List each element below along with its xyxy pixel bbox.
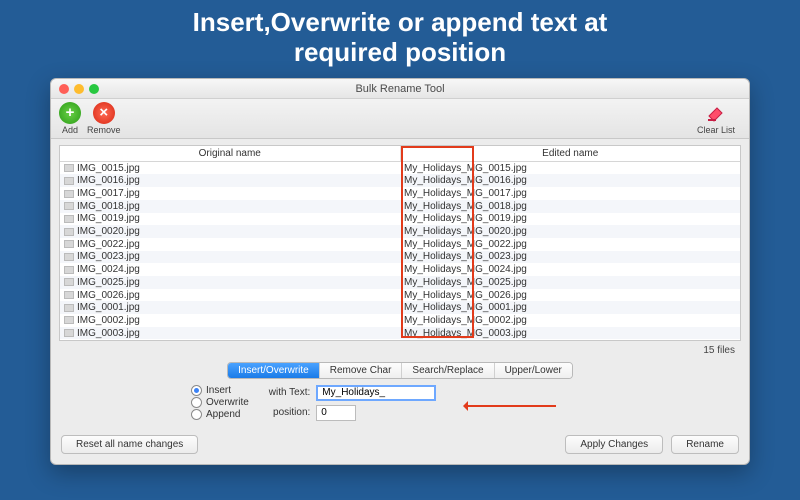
radio-dot-icon bbox=[191, 409, 202, 420]
apply-changes-button[interactable]: Apply Changes bbox=[565, 435, 663, 454]
window-title: Bulk Rename Tool bbox=[51, 79, 749, 99]
table-row[interactable]: IMG_0023.jpgMy_Holidays_MG_0023.jpg bbox=[60, 251, 740, 264]
promo-line2: required position bbox=[294, 37, 506, 67]
file-count: 15 files bbox=[51, 341, 749, 358]
toolbar: + Add × Remove Clear List bbox=[51, 99, 749, 139]
rename-button[interactable]: Rename bbox=[671, 435, 739, 454]
table-row[interactable]: IMG_0017.jpgMy_Holidays_MG_0017.jpg bbox=[60, 187, 740, 200]
radio-overwrite[interactable]: Overwrite bbox=[191, 397, 249, 408]
titlebar: Bulk Rename Tool bbox=[51, 79, 749, 99]
table-row[interactable]: IMG_0016.jpgMy_Holidays_MG_0016.jpg bbox=[60, 174, 740, 187]
cell-edited: My_Holidays_MG_0023.jpg bbox=[400, 251, 740, 262]
cell-original: IMG_0024.jpg bbox=[60, 264, 400, 275]
position-label: position: bbox=[269, 407, 311, 418]
cell-edited: My_Holidays_MG_0001.jpg bbox=[400, 302, 740, 313]
cell-original: IMG_0023.jpg bbox=[60, 251, 400, 262]
table-row[interactable]: IMG_0022.jpgMy_Holidays_MG_0022.jpg bbox=[60, 238, 740, 251]
reset-button[interactable]: Reset all name changes bbox=[61, 435, 198, 454]
table-row[interactable]: IMG_0020.jpgMy_Holidays_MG_0020.jpg bbox=[60, 225, 740, 238]
radio-insert[interactable]: Insert bbox=[191, 385, 249, 396]
cell-original: IMG_0020.jpg bbox=[60, 226, 400, 237]
file-icon bbox=[64, 304, 74, 312]
close-icon[interactable] bbox=[59, 84, 69, 94]
table-row[interactable]: IMG_0018.jpgMy_Holidays_MG_0018.jpg bbox=[60, 200, 740, 213]
cell-edited: My_Holidays_MG_0024.jpg bbox=[400, 264, 740, 275]
position-input[interactable] bbox=[316, 405, 356, 421]
table-row[interactable]: IMG_0025.jpgMy_Holidays_MG_0025.jpg bbox=[60, 276, 740, 289]
with-text-input[interactable] bbox=[316, 385, 436, 401]
clear-label: Clear List bbox=[697, 125, 735, 135]
cell-edited: My_Holidays_MG_0003.jpg bbox=[400, 328, 740, 339]
file-icon bbox=[64, 228, 74, 236]
file-icon bbox=[64, 190, 74, 198]
add-button[interactable]: + Add bbox=[59, 102, 81, 135]
tab-search-replace[interactable]: Search/Replace bbox=[402, 363, 494, 378]
cell-original: IMG_0017.jpg bbox=[60, 188, 400, 199]
cell-edited: My_Holidays_MG_0019.jpg bbox=[400, 213, 740, 224]
cell-edited: My_Holidays_MG_0017.jpg bbox=[400, 188, 740, 199]
table-row[interactable]: IMG_0026.jpgMy_Holidays_MG_0026.jpg bbox=[60, 289, 740, 302]
cell-original: IMG_0025.jpg bbox=[60, 277, 400, 288]
cell-edited: My_Holidays_MG_0018.jpg bbox=[400, 201, 740, 212]
tab-insert-overwrite[interactable]: Insert/Overwrite bbox=[228, 363, 320, 378]
tab-remove-char[interactable]: Remove Char bbox=[320, 363, 403, 378]
remove-label: Remove bbox=[87, 125, 121, 135]
file-icon bbox=[64, 253, 74, 261]
zoom-icon[interactable] bbox=[89, 84, 99, 94]
cell-edited: My_Holidays_MG_0025.jpg bbox=[400, 277, 740, 288]
clear-list-button[interactable]: Clear List bbox=[697, 102, 735, 135]
options-panel: Insert Overwrite Append with Text: posit… bbox=[51, 383, 749, 429]
cell-original: IMG_0002.jpg bbox=[60, 315, 400, 326]
file-table: Original name Edited name IMG_0015.jpgMy… bbox=[59, 145, 741, 341]
file-icon bbox=[64, 329, 74, 337]
cell-edited: My_Holidays_MG_0022.jpg bbox=[400, 239, 740, 250]
promo-line1: Insert,Overwrite or append text at bbox=[193, 7, 608, 37]
app-window: Bulk Rename Tool + Add × Remove Clear Li… bbox=[50, 78, 750, 465]
file-icon bbox=[64, 177, 74, 185]
radio-dot-icon bbox=[191, 397, 202, 408]
cell-edited: My_Holidays_MG_0016.jpg bbox=[400, 175, 740, 186]
cell-original: IMG_0026.jpg bbox=[60, 290, 400, 301]
plus-icon: + bbox=[59, 102, 81, 124]
table-row[interactable]: IMG_0024.jpgMy_Holidays_MG_0024.jpg bbox=[60, 263, 740, 276]
eraser-icon bbox=[705, 102, 727, 124]
with-text-label: with Text: bbox=[269, 387, 311, 398]
col-edited[interactable]: Edited name bbox=[401, 146, 741, 161]
cell-original: IMG_0019.jpg bbox=[60, 213, 400, 224]
file-icon bbox=[64, 316, 74, 324]
promo-headline: Insert,Overwrite or append text at requi… bbox=[0, 0, 800, 78]
cell-original: IMG_0003.jpg bbox=[60, 328, 400, 339]
table-row[interactable]: IMG_0019.jpgMy_Holidays_MG_0019.jpg bbox=[60, 213, 740, 226]
file-icon bbox=[64, 215, 74, 223]
table-row[interactable]: IMG_0015.jpgMy_Holidays_MG_0015.jpg bbox=[60, 162, 740, 175]
radio-append[interactable]: Append bbox=[191, 409, 249, 420]
file-icon bbox=[64, 266, 74, 274]
col-original[interactable]: Original name bbox=[60, 146, 401, 161]
cell-original: IMG_0001.jpg bbox=[60, 302, 400, 313]
add-label: Add bbox=[62, 125, 78, 135]
x-icon: × bbox=[93, 102, 115, 124]
file-icon bbox=[64, 240, 74, 248]
cell-original: IMG_0018.jpg bbox=[60, 201, 400, 212]
mode-tabs: Insert/Overwrite Remove Char Search/Repl… bbox=[51, 358, 749, 383]
file-icon bbox=[64, 202, 74, 210]
cell-original: IMG_0015.jpg bbox=[60, 163, 400, 174]
table-row[interactable]: IMG_0002.jpgMy_Holidays_MG_0002.jpg bbox=[60, 314, 740, 327]
table-row[interactable]: IMG_0001.jpgMy_Holidays_MG_0001.jpg bbox=[60, 301, 740, 314]
cell-edited: My_Holidays_MG_0020.jpg bbox=[400, 226, 740, 237]
minimize-icon[interactable] bbox=[74, 84, 84, 94]
table-row[interactable]: IMG_0003.jpgMy_Holidays_MG_0003.jpg bbox=[60, 327, 740, 340]
file-icon bbox=[64, 278, 74, 286]
cell-original: IMG_0016.jpg bbox=[60, 175, 400, 186]
cell-edited: My_Holidays_MG_0015.jpg bbox=[400, 163, 740, 174]
file-icon bbox=[64, 164, 74, 172]
cell-edited: My_Holidays_MG_0026.jpg bbox=[400, 290, 740, 301]
annotation-arrow bbox=[466, 405, 556, 407]
radio-dot-icon bbox=[191, 385, 202, 396]
file-icon bbox=[64, 291, 74, 299]
remove-button[interactable]: × Remove bbox=[87, 102, 121, 135]
cell-original: IMG_0022.jpg bbox=[60, 239, 400, 250]
cell-edited: My_Holidays_MG_0002.jpg bbox=[400, 315, 740, 326]
tab-upper-lower[interactable]: Upper/Lower bbox=[495, 363, 572, 378]
